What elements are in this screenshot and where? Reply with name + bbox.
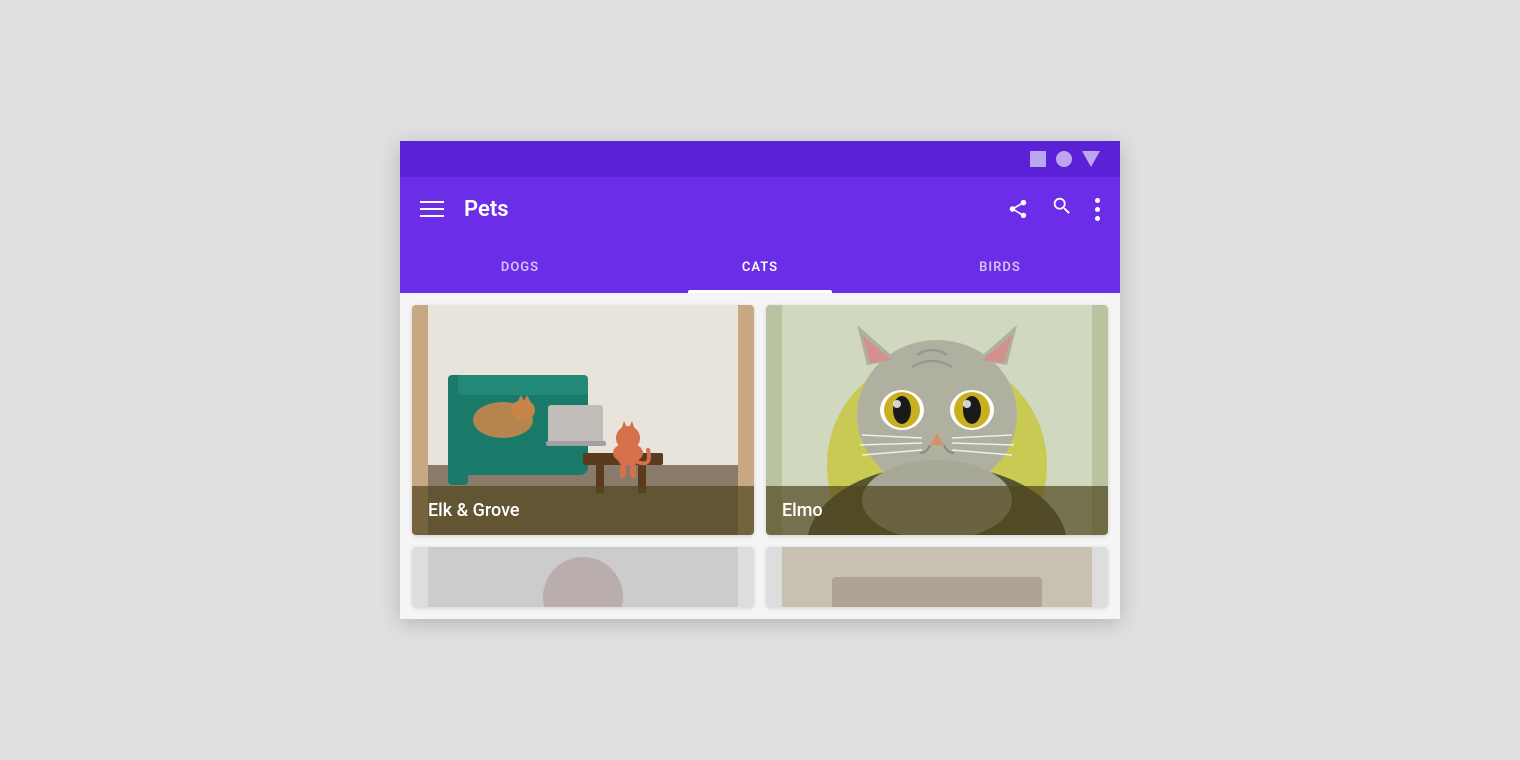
cards-grid: Elk & Grove <box>412 305 1108 607</box>
card-elmo-label: Elmo <box>766 486 1108 535</box>
tab-cats[interactable]: CATS <box>640 241 880 293</box>
status-bar <box>400 141 1120 177</box>
share-icon[interactable] <box>1007 198 1029 220</box>
status-icon-circle <box>1056 151 1072 167</box>
search-icon[interactable] <box>1051 195 1073 223</box>
app-bar: Pets <box>400 177 1120 241</box>
tab-dogs[interactable]: DOGS <box>400 241 640 293</box>
tab-birds[interactable]: BIRDS <box>880 241 1120 293</box>
app-bar-actions <box>1007 195 1100 223</box>
status-icon-square <box>1030 151 1046 167</box>
app-title: Pets <box>464 197 1007 222</box>
card-elmo[interactable]: Elmo <box>766 305 1108 535</box>
tabs-bar: DOGS CATS BIRDS <box>400 241 1120 293</box>
content-area: Elk & Grove <box>400 293 1120 619</box>
card-elk-grove[interactable]: Elk & Grove <box>412 305 754 535</box>
card-elk-grove-label: Elk & Grove <box>412 486 754 535</box>
hamburger-menu-icon[interactable] <box>420 201 444 217</box>
card-partial-left[interactable] <box>412 547 754 607</box>
more-options-icon[interactable] <box>1095 198 1100 221</box>
status-icon-triangle <box>1082 151 1100 167</box>
phone-container: Pets DOGS CATS <box>400 141 1120 619</box>
card-partial-right[interactable] <box>766 547 1108 607</box>
